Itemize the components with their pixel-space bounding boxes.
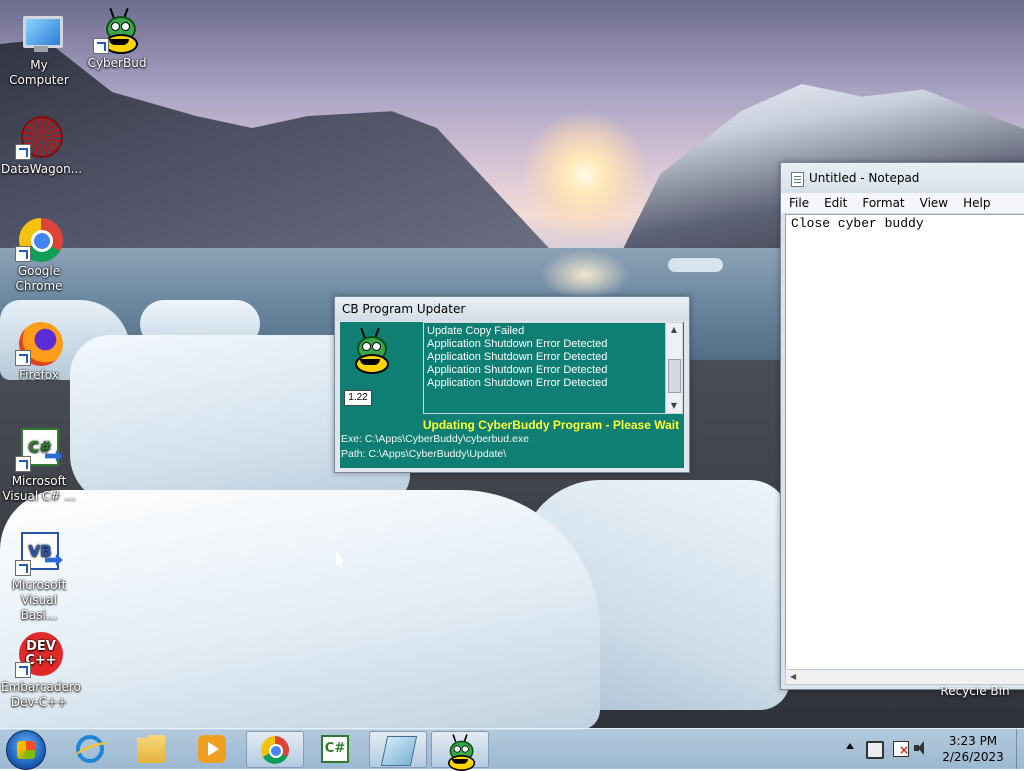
notepad-icon xyxy=(791,172,804,187)
cb-log-item: Update Copy Failed xyxy=(427,325,525,337)
scroll-left-icon[interactable]: ◀ xyxy=(790,670,796,684)
chrome-icon xyxy=(261,736,289,764)
cb-log-item: Application Shutdown Error Detected xyxy=(427,351,608,363)
cb-updater-titlebar[interactable]: CB Program Updater xyxy=(335,297,689,321)
visual-csharp-icon: C# xyxy=(321,735,349,763)
devcpp-icon: DEV C++ xyxy=(15,630,63,678)
shortcut-arrow-icon xyxy=(15,560,31,576)
notepad-horizontal-scrollbar[interactable]: ◀ xyxy=(785,669,1024,685)
taskbar-internet-explorer[interactable] xyxy=(62,731,118,766)
wallpaper-ice xyxy=(668,258,723,272)
cyberbud-icon xyxy=(350,327,390,374)
shortcut-arrow-icon xyxy=(15,246,31,262)
clock-date: 2/26/2023 xyxy=(942,750,1004,764)
ie-icon xyxy=(76,735,104,763)
wallpaper-sun-reflection xyxy=(540,250,630,300)
taskbar-file-explorer[interactable] xyxy=(123,731,179,766)
taskbar-notepad[interactable] xyxy=(369,731,427,768)
wallpaper-sun xyxy=(520,110,650,240)
desktop-icon-label: My Computer xyxy=(9,58,69,87)
taskbar-clock[interactable]: 3:23 PM 2/26/2023 xyxy=(936,733,1010,765)
cyberbud-icon xyxy=(446,734,476,771)
cb-log-item: Application Shutdown Error Detected xyxy=(427,364,608,376)
cb-version-label: 1.22 xyxy=(344,390,372,406)
folder-icon xyxy=(137,735,165,763)
wallpaper-ice xyxy=(0,490,600,730)
taskbar: C# 3:23 PM 2/26/2023 xyxy=(0,728,1024,771)
scroll-up-icon[interactable]: ▲ xyxy=(666,323,682,337)
cb-exe-path: Exe: C:\Apps\CyberBuddy\cyberbud.exe xyxy=(341,433,529,445)
cb-log-item: Application Shutdown Error Detected xyxy=(427,377,608,389)
notepad-text: Close cyber buddy xyxy=(791,216,924,231)
desktop-icon-label: Microsoft Visual C# ... xyxy=(2,474,76,503)
action-center-flag-icon[interactable] xyxy=(893,741,909,757)
desktop-icon-google-chrome[interactable]: Google Chrome xyxy=(1,214,77,294)
menu-edit[interactable]: Edit xyxy=(816,193,854,213)
computer-icon xyxy=(15,8,63,56)
volume-icon[interactable] xyxy=(914,741,930,755)
scroll-down-icon[interactable]: ▼ xyxy=(666,399,682,413)
scroll-thumb[interactable] xyxy=(668,359,681,393)
taskbar-media-player[interactable] xyxy=(184,731,240,766)
desktop-icon-datawagon[interactable]: DataWagon... xyxy=(1,112,83,177)
cb-log-item: Application Shutdown Error Detected xyxy=(427,338,608,350)
menu-view[interactable]: View xyxy=(912,193,955,213)
cyberbud-icon xyxy=(93,6,141,54)
taskbar-google-chrome[interactable] xyxy=(246,731,304,768)
cb-updater-window[interactable]: CB Program Updater 1.22 Update Copy Fail… xyxy=(334,296,690,473)
desktop-icon-my-computer[interactable]: My Computer xyxy=(1,8,77,88)
cb-log-scrollbar[interactable]: ▲ ▼ xyxy=(665,323,682,413)
chrome-icon xyxy=(15,214,63,262)
desktop-icon-label: CyberBud xyxy=(87,56,147,70)
network-icon[interactable] xyxy=(866,741,884,759)
datawagon-icon xyxy=(15,112,63,160)
start-button[interactable] xyxy=(6,730,46,770)
desktop-icon-label: Firefox xyxy=(19,368,59,382)
desktop-icon-label: Embarcadero Dev-C++ xyxy=(1,680,81,709)
clock-time: 3:23 PM xyxy=(948,734,998,748)
taskbar-visual-csharp[interactable]: C# xyxy=(307,731,363,766)
cb-update-path: Path: C:\Apps\CyberBuddy\Update\ xyxy=(341,448,507,460)
cb-status-text: Updating CyberBuddy Program - Please Wai… xyxy=(422,418,680,432)
visual-basic-icon: VB xyxy=(15,528,63,576)
shortcut-arrow-icon xyxy=(15,144,31,160)
shortcut-arrow-icon xyxy=(15,456,31,472)
notepad-icon xyxy=(380,736,418,766)
desktop-icon-firefox[interactable]: Firefox xyxy=(1,318,77,383)
visual-csharp-icon: C# xyxy=(15,424,63,472)
cb-log-listbox[interactable]: Update Copy Failed Application Shutdown … xyxy=(423,322,683,414)
show-desktop-button[interactable] xyxy=(1016,729,1024,769)
notepad-title: Untitled - Notepad xyxy=(809,171,920,185)
desktop-icon-devcpp[interactable]: DEV C++ Embarcadero Dev-C++ xyxy=(1,630,81,710)
desktop-icon-cyberbud[interactable]: CyberBud xyxy=(79,6,155,71)
notepad-window[interactable]: Untitled - Notepad File Edit Format View Hel… xyxy=(780,162,1024,690)
shortcut-arrow-icon xyxy=(15,350,31,366)
menu-help[interactable]: Help xyxy=(955,193,997,213)
show-hidden-icons-chevron-icon[interactable] xyxy=(846,743,854,749)
desktop-icon-visual-csharp[interactable]: C# Microsoft Visual C# ... xyxy=(1,424,77,504)
shortcut-arrow-icon xyxy=(93,38,109,54)
desktop-icon-label: DataWagon... xyxy=(1,162,83,176)
firefox-icon xyxy=(15,318,63,366)
menu-format[interactable]: Format xyxy=(854,193,911,213)
notepad-titlebar[interactable]: Untitled - Notepad xyxy=(781,163,1024,193)
desktop-icon-visual-basic[interactable]: VB Microsoft Visual Basi... xyxy=(1,528,77,623)
media-player-icon xyxy=(198,735,226,763)
menu-file[interactable]: File xyxy=(781,193,816,213)
shortcut-arrow-icon xyxy=(15,662,31,678)
cb-updater-client: 1.22 Update Copy Failed Application Shut… xyxy=(340,322,684,468)
taskbar-cyberbud[interactable] xyxy=(431,731,489,771)
desktop-icon-label: Google Chrome xyxy=(15,264,63,293)
notepad-menubar: File Edit Format View Help xyxy=(781,193,1024,214)
recycle-bin-label[interactable]: Recycle Bin xyxy=(930,684,1020,698)
desktop-icon-label: Microsoft Visual Basi... xyxy=(11,578,67,622)
notepad-text-area[interactable]: Close cyber buddy xyxy=(785,214,1024,671)
